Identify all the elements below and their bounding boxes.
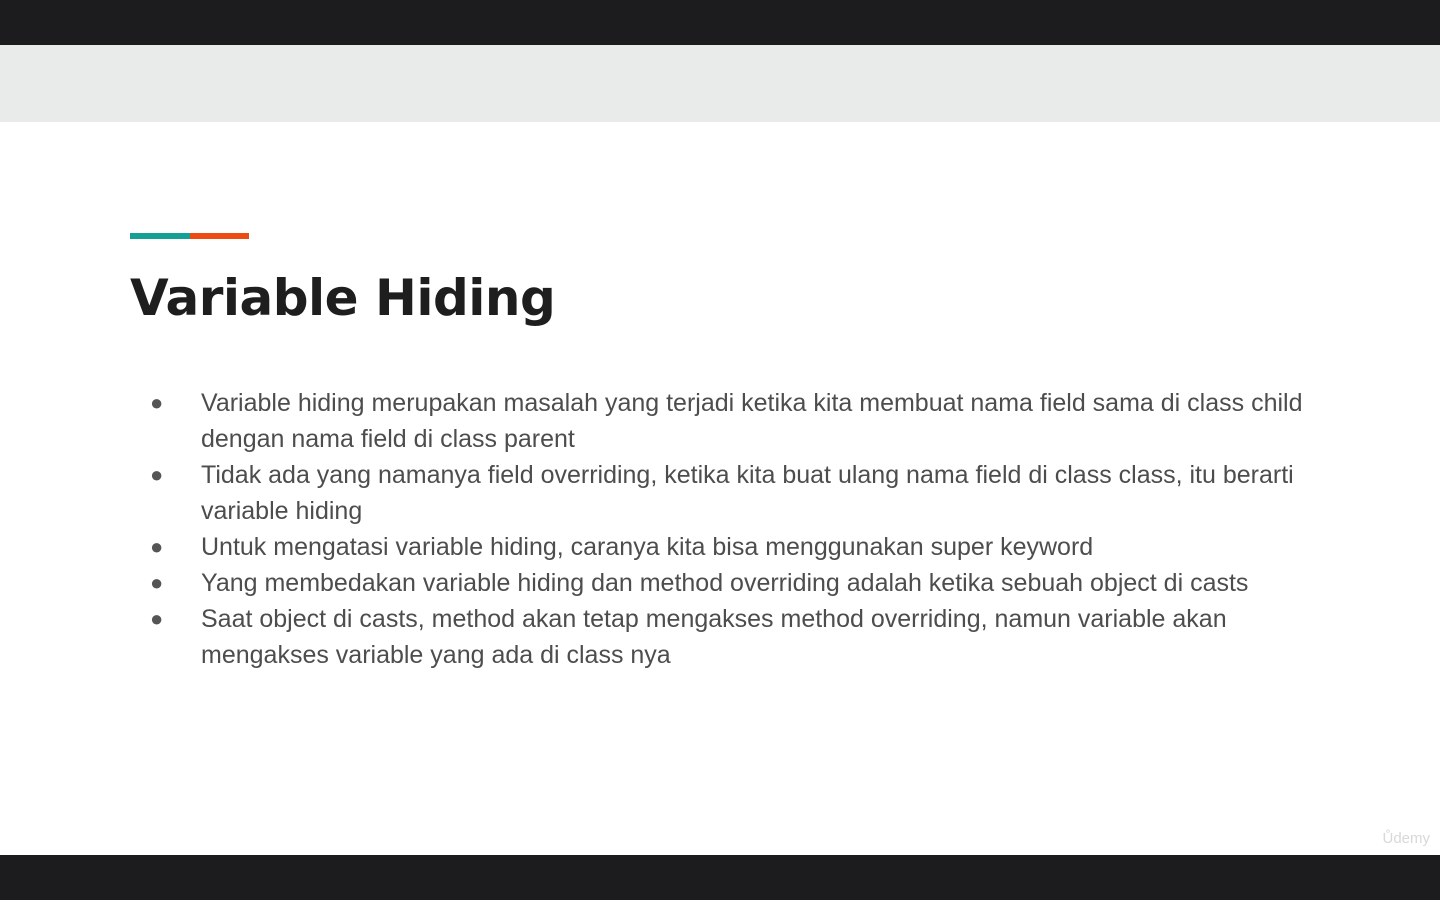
bullet-item: ● Variable hiding merupakan masalah yang… xyxy=(150,385,1320,457)
bullet-dot-icon: ● xyxy=(150,462,164,487)
bullet-dot-icon: ● xyxy=(150,570,164,595)
bullet-text: Tidak ada yang namanya field overriding,… xyxy=(201,461,1294,525)
bullet-list: ● Variable hiding merupakan masalah yang… xyxy=(150,385,1320,673)
bullet-item: ● Saat object di casts, method akan teta… xyxy=(150,601,1320,673)
bullet-item: ● Tidak ada yang namanya field overridin… xyxy=(150,457,1320,529)
presentation-slide: Variable Hiding ● Variable hiding merupa… xyxy=(0,45,1440,855)
slide-title: Variable Hiding xyxy=(130,269,556,327)
bullet-item: ● Yang membedakan variable hiding dan me… xyxy=(150,565,1320,601)
bullet-item: ● Untuk mengatasi variable hiding, caran… xyxy=(150,529,1320,565)
accent-bar-orange-segment xyxy=(189,233,249,239)
bullet-text: Yang membedakan variable hiding dan meth… xyxy=(201,569,1249,597)
video-letterbox-bottom xyxy=(0,855,1440,900)
bullet-text: Variable hiding merupakan masalah yang t… xyxy=(201,389,1303,453)
bullet-dot-icon: ● xyxy=(150,534,164,559)
bullet-text: Saat object di casts, method akan tetap … xyxy=(201,605,1227,669)
video-letterbox-top xyxy=(0,0,1440,45)
udemy-watermark-logo: Ůdemy xyxy=(1382,830,1430,847)
bullet-dot-icon: ● xyxy=(150,606,164,631)
bullet-dot-icon: ● xyxy=(150,390,164,415)
slide-header-band xyxy=(0,45,1440,122)
title-accent-bar xyxy=(130,233,249,239)
bullet-text: Untuk mengatasi variable hiding, caranya… xyxy=(201,533,1094,561)
accent-bar-teal-segment xyxy=(130,233,190,239)
